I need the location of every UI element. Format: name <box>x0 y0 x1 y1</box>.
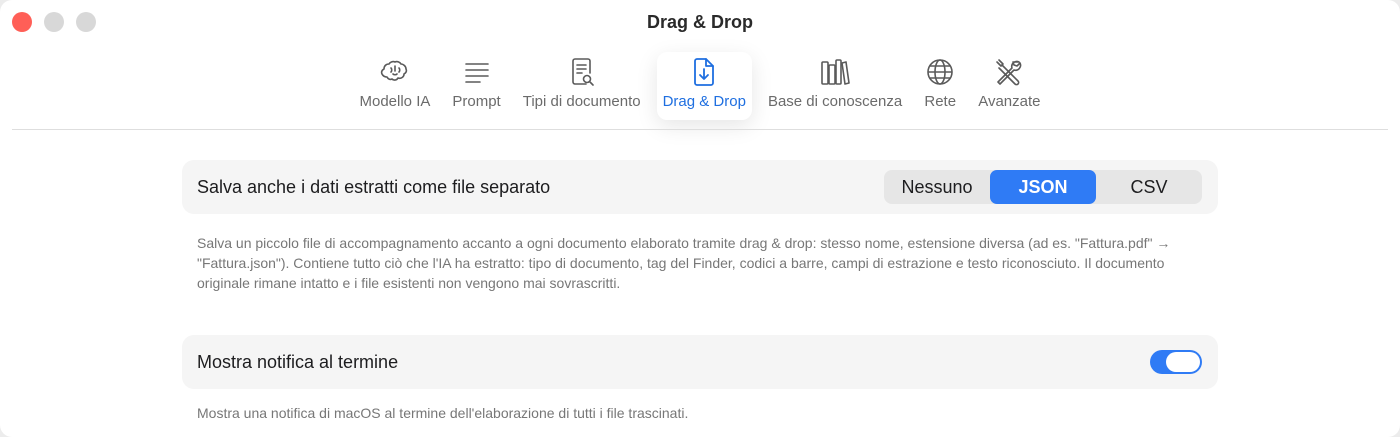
tab-label: Avanzate <box>978 93 1041 110</box>
brain-icon <box>380 60 408 81</box>
toggle-knob <box>1166 352 1200 372</box>
preferences-window: Drag & Drop Modello IA Prompt Tipi di do… <box>0 0 1400 437</box>
tab-rete[interactable]: Rete <box>918 52 962 120</box>
document-search-icon <box>571 58 594 86</box>
window-title: Drag & Drop <box>646 12 753 32</box>
preferences-toolbar: Modello IA Prompt Tipi di documento Drag… <box>0 52 1400 120</box>
export-format-segmented-control: Nessuno JSON CSV <box>884 170 1202 204</box>
tab-label: Tipi di documento <box>522 93 641 110</box>
globe-icon <box>927 59 954 85</box>
text-lines-icon <box>464 63 489 83</box>
setting-notify-row: Mostra notifica al termine <box>182 335 1218 389</box>
segment-csv[interactable]: CSV <box>1096 170 1202 204</box>
title-bar: Drag & Drop Modello IA Prompt Tipi di do… <box>0 0 1400 130</box>
tab-label: Prompt <box>452 93 501 110</box>
notify-toggle[interactable] <box>1150 350 1202 374</box>
tab-tipi-di-documento[interactable]: Tipi di documento <box>517 52 647 120</box>
tab-label: Base di conoscenza <box>767 93 903 110</box>
setting-description: Mostra una notifica di macOS al termine … <box>197 405 689 421</box>
setting-description: Salva un piccolo file di accompagnamento… <box>197 235 1171 291</box>
segment-nessuno[interactable]: Nessuno <box>884 170 990 204</box>
setting-label: Mostra notifica al termine <box>197 351 399 372</box>
tab-label: Modello IA <box>359 93 431 110</box>
tab-drag-drop[interactable]: Drag & Drop <box>656 52 752 120</box>
toolbar-divider <box>12 129 1388 130</box>
tools-icon <box>996 59 1022 86</box>
document-download-icon <box>694 58 715 86</box>
tab-base-di-conoscenza[interactable]: Base di conoscenza <box>762 52 908 120</box>
tab-avanzate[interactable]: Avanzate <box>972 52 1046 120</box>
tab-modello-ia[interactable]: Modello IA <box>354 52 437 120</box>
books-icon <box>821 59 850 85</box>
tab-prompt[interactable]: Prompt <box>446 52 506 120</box>
tab-label: Rete <box>924 93 957 110</box>
tab-label: Drag & Drop <box>662 93 746 110</box>
segment-json[interactable]: JSON <box>990 170 1096 204</box>
setting-save-extracted-row: Salva anche i dati estratti come file se… <box>182 160 1218 214</box>
setting-label: Salva anche i dati estratti come file se… <box>197 176 551 197</box>
